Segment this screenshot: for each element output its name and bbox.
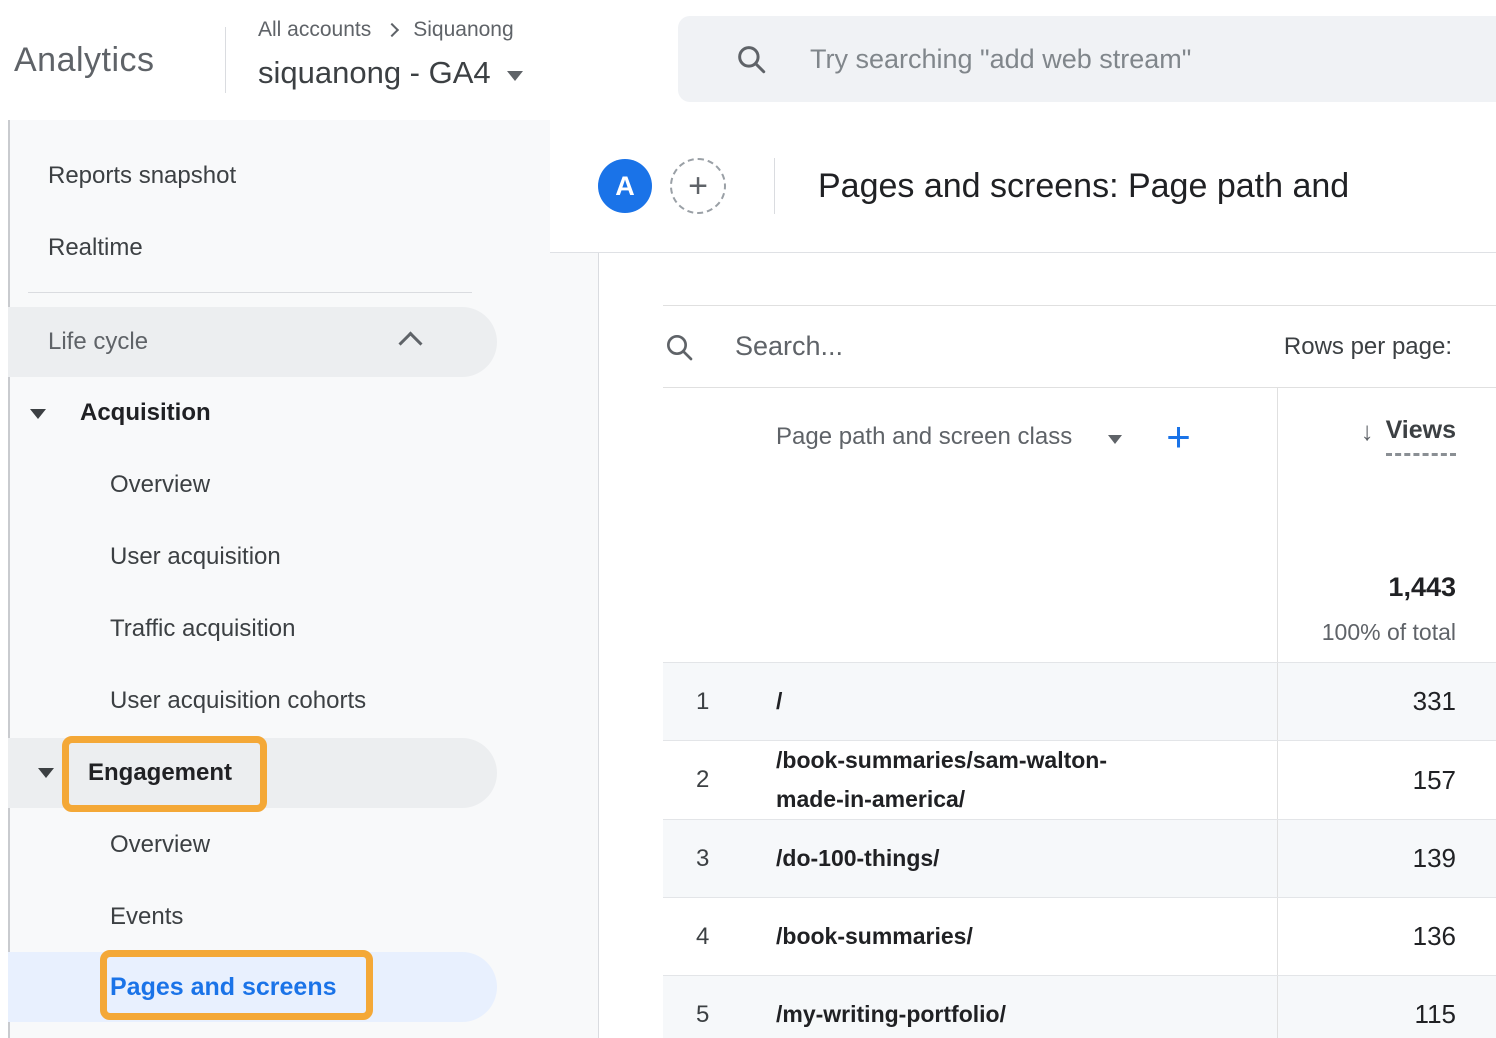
views-sort-header[interactable]: ↓ Views <box>1361 416 1456 456</box>
sidebar-item-label: User acquisition cohorts <box>110 687 366 715</box>
table-row[interactable]: 1 / 331 <box>663 662 1496 740</box>
sidebar-item-user-acquisition[interactable]: User acquisition <box>0 533 550 581</box>
sort-descending-icon: ↓ <box>1361 416 1374 447</box>
breadcrumb: All accounts Siquanong <box>258 15 523 45</box>
row-rank: 2 <box>663 741 776 819</box>
sidebar-item-acquisition-overview[interactable]: Overview <box>0 461 550 509</box>
row-rank: 3 <box>663 820 776 897</box>
row-page-path: / <box>776 682 782 721</box>
sidebar-item-user-acquisition-cohorts[interactable]: User acquisition cohorts <box>0 677 550 725</box>
sidebar-item-label: Events <box>110 903 183 931</box>
sidebar-section-engagement[interactable]: Engagement <box>8 738 497 808</box>
add-dimension-button[interactable]: + <box>1166 422 1191 452</box>
views-total-block: 1,443 100% of total <box>1322 572 1456 646</box>
breadcrumb-current[interactable]: Siquanong <box>413 18 513 42</box>
row-rank: 1 <box>663 663 776 740</box>
sidebar-item-realtime[interactable]: Realtime <box>0 224 550 272</box>
sidebar-item-traffic-acquisition[interactable]: Traffic acquisition <box>0 605 550 653</box>
sidebar-item-label: Overview <box>110 471 210 499</box>
views-header-label: Views <box>1386 416 1456 456</box>
reports-sidebar: Reports snapshot Realtime Life cycle Acq… <box>0 120 550 1038</box>
header-divider <box>225 27 226 93</box>
report-title: Pages and screens: Page path and <box>818 167 1349 206</box>
sidebar-item-label: Realtime <box>48 234 143 262</box>
triangle-down-icon[interactable] <box>38 768 54 778</box>
sidebar-divider <box>28 292 472 293</box>
row-views-value: 115 <box>1277 976 1496 1038</box>
views-total-value: 1,443 <box>1388 572 1456 603</box>
table-row[interactable]: 3 /do-100-things/ 139 <box>663 819 1496 897</box>
row-page-path: /my-writing-portfolio/ <box>776 995 1006 1034</box>
sidebar-item-label: Reports snapshot <box>48 162 236 190</box>
triangle-down-icon[interactable] <box>30 409 46 419</box>
sidebar-item-engagement-overview[interactable]: Overview <box>0 821 550 869</box>
sidebar-section-acquisition[interactable]: Acquisition <box>0 389 550 437</box>
chevron-right-icon <box>385 23 399 37</box>
report-header: A + Pages and screens: Page path and <box>550 120 1496 253</box>
table-search-placeholder: Search... <box>735 331 843 362</box>
report-header-divider <box>774 158 775 214</box>
row-views-value: 157 <box>1277 741 1496 819</box>
views-header-cell: ↓ Views 1,443 100% of total <box>1277 388 1496 662</box>
views-total-share: 100% of total <box>1322 619 1456 646</box>
table-header-row: Page path and screen class + ↓ Views 1,4… <box>663 388 1496 662</box>
sidebar-item-pages-and-screens[interactable]: Pages and screens <box>8 952 497 1022</box>
row-views-value: 331 <box>1277 663 1496 740</box>
sidebar-item-reports-snapshot[interactable]: Reports snapshot <box>0 152 550 200</box>
table-toolbar: Search... Rows per page: <box>663 305 1496 388</box>
property-selector[interactable]: siquanong - GA4 <box>258 55 523 91</box>
sidebar-item-events[interactable]: Events <box>0 893 550 941</box>
chevron-up-icon <box>398 331 422 355</box>
chevron-down-icon <box>507 71 523 81</box>
row-rank: 4 <box>663 898 776 975</box>
app-header: Analytics All accounts Siquanong siquano… <box>0 0 1496 120</box>
sidebar-item-label: Pages and screens <box>8 973 337 1002</box>
rows-per-page-label: Rows per page: <box>1284 333 1452 361</box>
global-search-placeholder: Try searching "add web stream" <box>810 44 1191 75</box>
comparison-avatar[interactable]: A <box>598 159 652 213</box>
chevron-down-icon[interactable] <box>1108 435 1122 444</box>
row-page-path: /book-summaries/ <box>776 917 973 956</box>
data-table: Search... Rows per page: Page path and s… <box>663 305 1496 1038</box>
report-card: Search... Rows per page: Page path and s… <box>598 253 1496 1038</box>
search-icon <box>734 42 768 76</box>
collection-label: Life cycle <box>8 328 148 356</box>
table-row[interactable]: 5 /my-writing-portfolio/ 115 <box>663 975 1496 1038</box>
sidebar-item-label: User acquisition <box>110 543 281 571</box>
table-row[interactable]: 4 /book-summaries/ 136 <box>663 897 1496 975</box>
property-name: siquanong - GA4 <box>258 55 491 91</box>
sidebar-item-label: Overview <box>110 831 210 859</box>
analytics-logo: Analytics <box>14 0 155 120</box>
collection-life-cycle[interactable]: Life cycle <box>8 307 497 377</box>
table-search-input[interactable]: Search... <box>663 331 1284 363</box>
table-row[interactable]: 2 /book-summaries/sam-walton-made-in-ame… <box>663 740 1496 819</box>
dimension-header-cell: Page path and screen class + <box>663 388 1277 662</box>
row-page-path: /do-100-things/ <box>776 839 940 878</box>
row-views-value: 139 <box>1277 820 1496 897</box>
sidebar-item-label: Traffic acquisition <box>110 615 295 643</box>
breadcrumb-root[interactable]: All accounts <box>258 18 371 42</box>
add-comparison-button[interactable]: + <box>670 158 726 214</box>
search-icon <box>663 331 695 363</box>
global-search-input[interactable]: Try searching "add web stream" <box>678 16 1496 102</box>
row-page-path: /book-summaries/sam-walton-made-in-ameri… <box>776 741 1146 819</box>
row-views-value: 136 <box>1277 898 1496 975</box>
row-rank: 5 <box>663 976 776 1038</box>
dimension-header-label[interactable]: Page path and screen class <box>776 423 1072 451</box>
property-block: All accounts Siquanong siquanong - GA4 <box>258 15 523 91</box>
